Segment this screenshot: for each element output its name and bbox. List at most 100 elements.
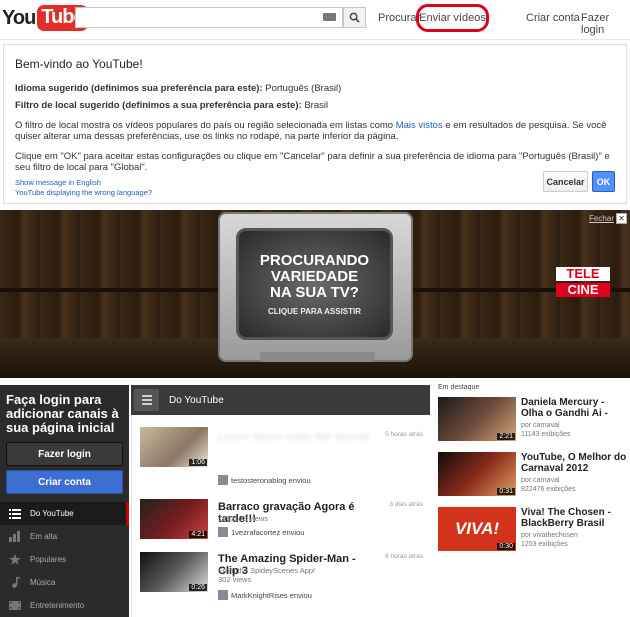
film-icon (9, 601, 21, 610)
language-suggestion: Idioma sugerido (definimos sua preferênc… (15, 83, 615, 94)
filter-suggestion: Filtro de local sugerido (definimos a su… (15, 100, 615, 111)
sidebar-item-em-alta[interactable]: Em alta (0, 525, 129, 548)
sidebar-login-prompt: Faça login para adicionar canais à sua p… (6, 392, 119, 435)
sidebar-item-entretenimento[interactable]: Entretenimento (0, 594, 129, 617)
filter-explanation: O filtro de local mostra os vídeos popul… (15, 120, 615, 142)
upload-video-link[interactable]: Enviar vídeos (416, 4, 489, 32)
tv-headline-2: VARIEDADE (270, 267, 359, 285)
video-uploader[interactable]: testosteronablog enviou (218, 475, 311, 485)
create-account-link[interactable]: Criar conta (526, 12, 580, 24)
show-english-link[interactable]: Show message in English (15, 178, 615, 188)
video-duration: 1:06 (189, 459, 207, 466)
featured-video-item[interactable]: 2:21 Daniela Mercury - Olha o Gandhi Ai … (438, 397, 628, 445)
header-divider (573, 12, 574, 24)
featured-author[interactable]: por carnaval (521, 476, 560, 485)
featured-heading: Em destaque (438, 384, 480, 391)
feed-video-item[interactable]: 0:26 The Amazing Spider-Man - Clip 3 Fro… (132, 548, 431, 617)
tv-illustration: PROCURANDO VARIEDADE NA SUA TV? CLIQUE P… (218, 212, 413, 362)
feed-header: Do YouTube (131, 385, 430, 415)
sidebar-item-musica[interactable]: Música (0, 571, 129, 594)
video-duration: 4:21 (189, 531, 207, 538)
video-thumbnail[interactable]: 0:31 (438, 452, 516, 496)
tv-headline-3: NA SUA TV? (270, 283, 359, 301)
language-label: Idioma sugerido (definimos sua preferênc… (15, 83, 263, 94)
video-thumbnail[interactable]: 1:06 (140, 427, 208, 467)
masthead: You Tube Procurar Enviar vídeos Criar co… (0, 0, 630, 40)
featured-views: 11143 exibições (521, 431, 571, 438)
video-thumbnail[interactable]: 4:21 (140, 499, 208, 539)
sidebar-item-label: Música (30, 578, 56, 587)
featured-title[interactable]: Viva! The Chosen - BlackBerry Brasil (521, 507, 629, 529)
telecine-logo-bottom: CINE (556, 283, 610, 297)
telecine-banner-ad[interactable]: Fechar ✕ PROCURANDO VARIEDADE NA SUA TV?… (0, 210, 630, 378)
cancel-button[interactable]: Cancelar (543, 171, 588, 192)
telecine-logo-top: TELE (556, 267, 610, 281)
ok-button[interactable]: OK (592, 171, 615, 192)
video-time: 5 horas atrás (385, 431, 423, 438)
explanation-text-a: O filtro de local mostra os vídeos popul… (15, 120, 396, 131)
avatar (218, 475, 228, 485)
sidebar-item-label: Populares (30, 555, 67, 564)
uploader-text: testosteronablog enviou (231, 475, 311, 485)
search-link[interactable]: Procurar (378, 12, 420, 24)
sidebar-item-populares[interactable]: Populares (0, 548, 129, 571)
feed-list: 1:06 Lorem Ipsum video title blurred 5 h… (131, 415, 430, 617)
video-thumbnail[interactable]: 2:21 (438, 397, 516, 441)
featured-title[interactable]: YouTube, O Melhor do Carnaval 2012 (521, 452, 629, 474)
video-duration: 0:31 (497, 488, 515, 495)
video-duration: 0:26 (189, 584, 207, 591)
featured-views: 1203 exibições (521, 541, 568, 548)
video-views: 302 views (218, 575, 252, 584)
video-duration: 0:30 (497, 543, 515, 550)
featured-title[interactable]: Daniela Mercury - Olha o Gandhi Ai - (521, 397, 629, 419)
video-duration: 2:21 (497, 433, 515, 440)
tv-screen: PROCURANDO VARIEDADE NA SUA TV? CLIQUE P… (236, 228, 393, 340)
feed-title: Do YouTube (169, 394, 224, 406)
sidebar-login-button[interactable]: Fazer login (6, 442, 123, 466)
sidebar-item-label: Do YouTube (30, 509, 74, 518)
video-uploader[interactable]: 1vezrafacortez enviou (218, 527, 304, 537)
filter-label: Filtro de local sugerido (definimos a su… (15, 100, 302, 111)
list-icon (9, 509, 21, 519)
star-icon (9, 554, 21, 565)
search-button[interactable] (343, 7, 366, 28)
welcome-title: Bem-vindo ao YouTube! (15, 57, 143, 71)
keyboard-icon[interactable] (323, 13, 336, 21)
tv-base (260, 352, 375, 362)
avatar (218, 527, 228, 537)
video-thumbnail[interactable]: 0:26 (140, 552, 208, 592)
featured-author[interactable]: por carnaval (521, 421, 560, 430)
menu-icon[interactable] (134, 389, 159, 411)
sidebar-item-do-youtube[interactable]: Do YouTube (0, 502, 129, 525)
thumbnail-text: VIVA! (454, 519, 500, 538)
video-thumbnail[interactable]: VIVA! 0:30 (438, 507, 516, 551)
welcome-panel: Bem-vindo ao YouTube! Idioma sugerido (d… (3, 44, 627, 204)
login-link[interactable]: Fazer login (581, 12, 630, 36)
sidebar-create-account-button[interactable]: Criar conta (6, 470, 123, 494)
video-description: From the SpideyScenes App! (218, 566, 316, 575)
featured-author[interactable]: por vivathechosen (521, 531, 578, 540)
featured-video-item[interactable]: 0:31 YouTube, O Melhor do Carnaval 2012 … (438, 452, 628, 500)
video-time: 3 dias atrás (389, 501, 423, 508)
music-icon (12, 577, 20, 588)
feed-video-item[interactable]: 1:06 Lorem Ipsum video title blurred 5 h… (132, 421, 431, 493)
search-box (75, 7, 343, 28)
search-icon (349, 12, 360, 23)
close-ad-link[interactable]: Fechar (589, 214, 614, 223)
most-viewed-link[interactable]: Mais vistos (396, 120, 443, 131)
featured-video-item[interactable]: VIVA! 0:30 Viva! The Chosen - BlackBerry… (438, 507, 628, 555)
video-uploader[interactable]: MarkKnightRises enviou (218, 590, 312, 600)
video-title[interactable]: Lorem Ipsum video title blurred (218, 431, 378, 443)
filter-value: Brasil (304, 100, 329, 111)
uploader-text: 1vezrafacortez enviou (231, 527, 305, 537)
sidebar-item-label: Entretenimento (30, 601, 85, 610)
guide-sidebar: Faça login para adicionar canais à sua p… (0, 385, 129, 617)
wrong-language-link[interactable]: YouTube displaying the wrong language? (15, 188, 615, 198)
language-value: Português (Brasil) (265, 83, 342, 94)
video-views: 1283573 views (218, 514, 269, 523)
tv-headline-1: PROCURANDO (259, 251, 370, 269)
tv-cta: CLIQUE PARA ASSISTIR (267, 306, 362, 316)
close-icon[interactable]: ✕ (616, 213, 627, 224)
sidebar-item-label: Em alta (30, 532, 58, 541)
search-input[interactable] (76, 8, 316, 27)
